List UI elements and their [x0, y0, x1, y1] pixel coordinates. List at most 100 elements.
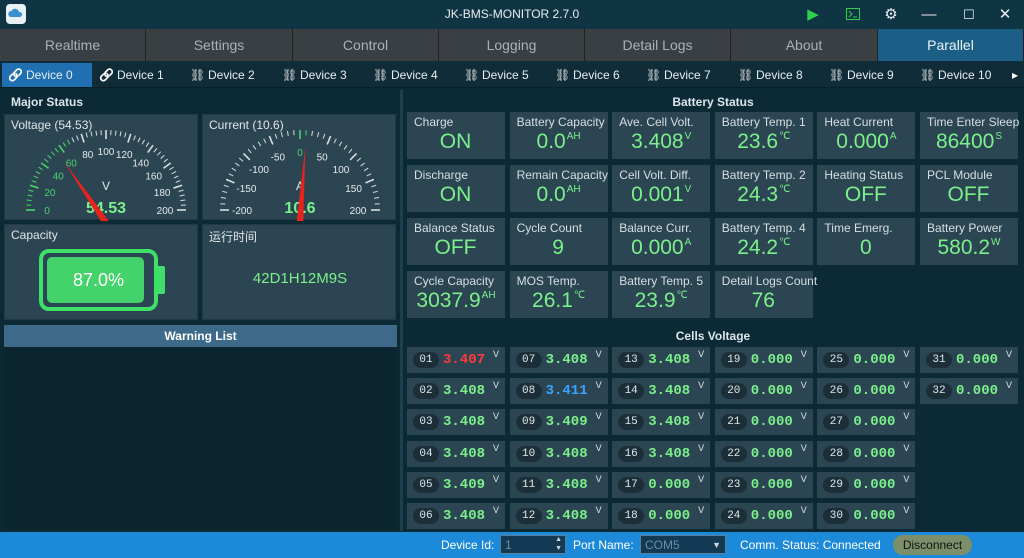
tab-control[interactable]: Control [293, 29, 439, 61]
battery-status-unit: V [684, 184, 692, 195]
cell-voltage-unit: V [595, 380, 602, 391]
device-tab-9[interactable]: ⛓ Device 9 [823, 63, 913, 87]
gauge-tick [173, 184, 183, 189]
device-tab-0[interactable]: 🔗 Device 0 [2, 63, 92, 87]
scroll-right-icon[interactable]: ▸ [1012, 63, 1024, 87]
broken-link-icon: ⛓ [190, 68, 206, 82]
tab-parallel[interactable]: Parallel [878, 29, 1024, 61]
gauge-tick [47, 154, 52, 160]
device-tab-5[interactable]: ⛓ Device 5 [458, 63, 548, 87]
cell-number-badge: 01 [413, 352, 439, 368]
device-tab-7[interactable]: ⛓ Device 7 [640, 63, 730, 87]
battery-status-cell: Heating Status OFF [817, 165, 916, 212]
cell-number-badge: 26 [823, 383, 850, 400]
cell-number-badge: 27 [823, 414, 850, 431]
cell-voltage-value: 0.000 [853, 508, 896, 524]
device-tab-10[interactable]: ⛓ Device 10 [914, 63, 1010, 87]
tab-about[interactable]: About [731, 29, 878, 61]
maximize-button[interactable]: ☐ [954, 0, 984, 29]
gauge-tick [67, 139, 71, 145]
gauge-tick [268, 135, 274, 145]
broken-link-icon: ⛓ [829, 68, 845, 82]
close-button[interactable]: ✕ [990, 0, 1020, 29]
cell-voltage-value: 0.000 [956, 352, 999, 368]
gauge-tick [58, 144, 65, 154]
cell-number-badge: 18 [618, 508, 645, 524]
major-status-title: Major Status [11, 95, 84, 109]
gauge-tick [343, 144, 348, 150]
battery-status-unit: ℃ [779, 237, 791, 248]
gauge-tick [50, 151, 56, 156]
battery-status-label: Cycle Count [516, 221, 582, 235]
cell-voltage-value: 3.411 [545, 383, 588, 400]
panel-divider[interactable] [400, 90, 403, 531]
tab-settings[interactable]: Settings [146, 29, 293, 61]
battery-status-cell: Battery Temp. 1 23.6℃ [714, 112, 813, 159]
device-tab-label: Device 1 [117, 68, 164, 82]
device-tab-6[interactable]: ⛓ Device 6 [549, 63, 639, 87]
gauge-tick-label: -150 [236, 184, 256, 195]
battery-status-cell: Ave. Cell Volt. 3.408V [612, 112, 711, 159]
tab-logging[interactable]: Logging [439, 29, 585, 61]
battery-status-unit: AH [481, 290, 496, 301]
gauge-tick [175, 180, 181, 183]
cell-voltage-value: 3.409 [443, 476, 486, 493]
gauge-tick [356, 157, 362, 162]
cell-voltage-unit: V [492, 442, 499, 453]
battery-status-value: 0 [817, 236, 915, 260]
gear-icon[interactable]: ⚙ [876, 0, 906, 29]
gauge-tick [317, 132, 320, 138]
battery-status-number: 0.001 [631, 183, 684, 206]
gauge-tick [145, 142, 150, 147]
device-tab-4[interactable]: ⛓ Device 4 [367, 63, 457, 87]
gauge-tick-label: -200 [232, 206, 252, 217]
cell-voltage-item: 01 3.407 V [407, 347, 505, 373]
device-id-value: 1 [505, 538, 512, 552]
battery-status-cell: Battery Temp. 5 23.9℃ [612, 271, 711, 318]
battery-status-label: Heating Status [824, 168, 904, 182]
chevron-down-icon[interactable]: ▼ [712, 536, 721, 555]
port-name-select[interactable]: COM5 ▼ [640, 535, 726, 554]
cell-voltage-item: 13 3.408 V [612, 347, 711, 373]
cell-voltage-value: 0.000 [853, 383, 896, 400]
tab-detail-logs[interactable]: Detail Logs [585, 29, 731, 61]
gauge-tick [169, 166, 174, 171]
gauge-tick [156, 151, 162, 156]
device-tab-label: Device 8 [756, 68, 803, 82]
gauge-tick-label: 180 [154, 188, 171, 199]
gauge-tick [280, 132, 283, 138]
device-tab-2[interactable]: ⛓ Device 2 [184, 63, 274, 87]
terminal-icon[interactable] [838, 0, 868, 29]
battery-status-cell: Time Emerg. 0 [817, 218, 916, 265]
battery-status-value: 86400S [920, 130, 1018, 154]
warning-list-header: Warning List [4, 325, 397, 347]
minimize-button[interactable]: — [914, 0, 944, 29]
gauge-tick [124, 132, 127, 138]
device-id-spinbox[interactable]: 1 ▲ ▼ [500, 535, 566, 554]
cell-voltage-unit: V [595, 349, 602, 359]
battery-status-number: 9 [552, 236, 564, 259]
battery-status-label: Battery Capacity [516, 115, 605, 129]
gauge-tick-label: 150 [345, 184, 362, 195]
battery-status-value: 0.000A [612, 236, 710, 260]
cell-voltage-value: 3.408 [443, 445, 486, 462]
gauge-tick-label: 50 [317, 152, 329, 163]
disconnect-button[interactable]: Disconnect [893, 535, 972, 555]
cell-voltage-unit: V [800, 380, 807, 391]
tab-realtime[interactable]: Realtime [0, 29, 146, 61]
battery-status-cell: Battery Temp. 4 24.2℃ [714, 218, 813, 265]
battery-status-label: Ave. Cell Volt. [619, 115, 694, 129]
device-tab-3[interactable]: ⛓ Device 3 [276, 63, 366, 87]
battery-status-cell: Heat Current 0.000A [817, 112, 916, 159]
broken-link-icon: ⛓ [555, 68, 571, 82]
battery-terminal [158, 266, 165, 294]
gauge-tick [44, 158, 49, 163]
cell-number-badge: 24 [720, 508, 747, 524]
battery-status-label: Discharge [414, 168, 469, 182]
device-tab-8[interactable]: ⛓ Device 8 [732, 63, 822, 87]
play-icon[interactable]: ▶ [798, 0, 828, 29]
gauge-tick [348, 148, 353, 154]
battery-status-cell: Battery Power 580.2W [920, 218, 1018, 265]
spin-arrows-icon[interactable]: ▲ ▼ [555, 535, 562, 553]
device-tab-1[interactable]: 🔗 Device 1 [93, 63, 183, 87]
